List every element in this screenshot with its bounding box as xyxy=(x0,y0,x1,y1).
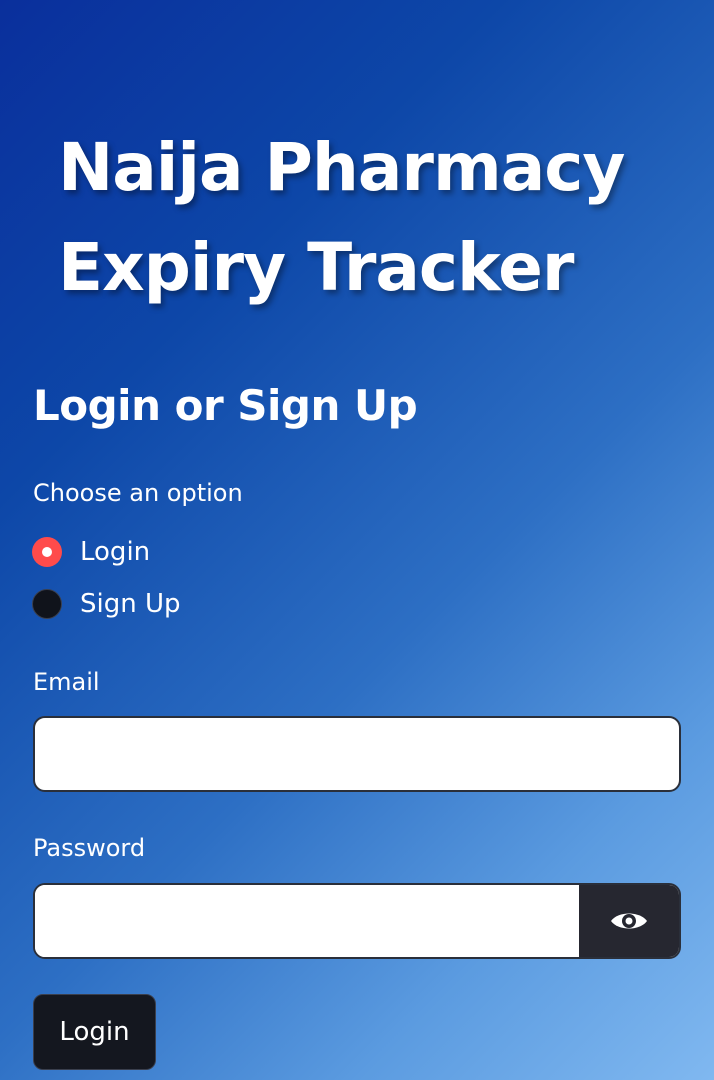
app-title-line-2: Expiry Tracker xyxy=(58,229,574,306)
email-label: Email xyxy=(33,668,100,696)
login-button[interactable]: Login xyxy=(33,994,156,1070)
password-field-wrapper xyxy=(33,883,681,959)
option-label: Choose an option xyxy=(33,479,243,507)
show-password-toggle[interactable] xyxy=(579,885,679,957)
password-label: Password xyxy=(33,834,146,862)
app-title: Naija Pharmacy Expiry Tracker xyxy=(58,118,698,318)
radio-label-login: Login xyxy=(80,537,151,567)
password-field[interactable] xyxy=(35,885,579,957)
auth-heading: Login or Sign Up xyxy=(33,381,418,430)
radio-option-signup[interactable]: Sign Up xyxy=(32,587,181,621)
radio-option-login[interactable]: Login xyxy=(32,535,150,569)
app-title-line-1: Naija Pharmacy xyxy=(58,129,625,206)
radio-label-signup: Sign Up xyxy=(80,589,181,619)
eye-icon[interactable] xyxy=(609,908,649,934)
radio-checked-icon[interactable] xyxy=(32,537,62,567)
radio-unchecked-icon[interactable] xyxy=(32,589,62,619)
email-field[interactable] xyxy=(33,716,681,792)
